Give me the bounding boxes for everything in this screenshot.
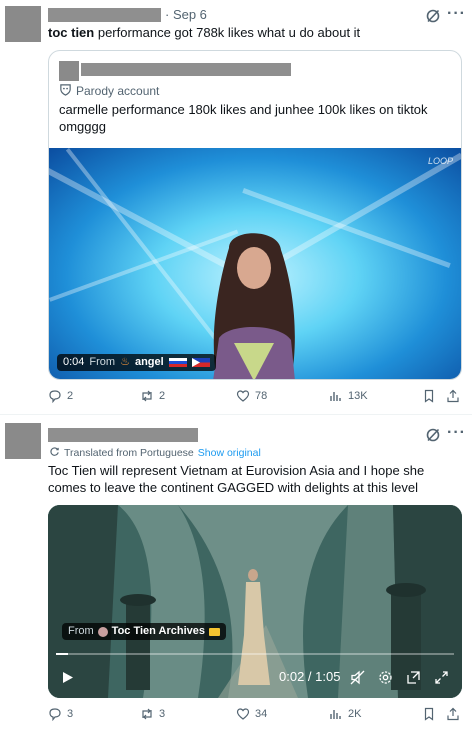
parody-badge: Parody account bbox=[59, 83, 159, 99]
video-badge: 0:04 From ♨ angel bbox=[57, 354, 216, 371]
more-icon[interactable]: ··· bbox=[447, 6, 466, 22]
tweet-text: toc tien performance got 788k likes what… bbox=[48, 24, 462, 41]
quoted-tweet[interactable]: Parody account carmelle performance 180k… bbox=[48, 50, 462, 380]
video-from-user[interactable]: angel bbox=[135, 354, 164, 371]
quote-avatar[interactable] bbox=[59, 61, 79, 81]
tweet-video[interactable]: From Toc Tien Archives 0:02 / 1:05 bbox=[48, 505, 462, 698]
avatar[interactable] bbox=[5, 6, 41, 42]
reply-button[interactable]: 2 bbox=[48, 389, 73, 403]
share-icon bbox=[447, 707, 459, 721]
video-controls: 0:02 / 1:05 bbox=[48, 658, 462, 698]
play-icon[interactable] bbox=[60, 670, 75, 688]
translate-icon bbox=[49, 446, 60, 460]
repost-count: 3 bbox=[159, 708, 166, 720]
tweet-text: Toc Tien will represent Vietnam at Eurov… bbox=[48, 463, 425, 495]
like-count: 34 bbox=[255, 708, 268, 720]
show-original-link[interactable]: Show original bbox=[198, 447, 261, 459]
tweet[interactable]: ··· Translated from Portuguese Show orig… bbox=[0, 414, 472, 732]
repost-count: 2 bbox=[159, 390, 166, 402]
like-count: 78 bbox=[255, 390, 268, 402]
video-progress-fill bbox=[56, 653, 68, 655]
reply-icon bbox=[49, 708, 61, 721]
video-from-user[interactable]: Toc Tien Archives bbox=[112, 623, 205, 640]
bookmark-button[interactable] bbox=[422, 707, 436, 721]
views-icon bbox=[330, 392, 341, 401]
flag-icon bbox=[191, 358, 210, 367]
tweet-text-bold: toc tien bbox=[48, 25, 95, 40]
translation-note: Translated from Portuguese Show original bbox=[49, 446, 261, 460]
channel-avatar-icon bbox=[97, 626, 108, 637]
settings-icon[interactable] bbox=[378, 670, 393, 688]
bookmark-button[interactable] bbox=[422, 389, 436, 403]
parody-label: Parody account bbox=[76, 84, 160, 98]
grok-icon[interactable] bbox=[425, 8, 441, 24]
quote-video[interactable]: LOOP 0:04 From ♨ angel bbox=[49, 148, 461, 379]
video-watermark: LOOP bbox=[427, 156, 453, 166]
like-icon bbox=[236, 390, 250, 402]
repost-button[interactable]: 3 bbox=[140, 707, 165, 721]
views-count: 13K bbox=[348, 390, 368, 402]
grok-icon[interactable] bbox=[425, 427, 441, 443]
fire-icon: ♨ bbox=[120, 356, 130, 368]
mute-icon[interactable] bbox=[350, 670, 365, 688]
tweet[interactable]: · Sep 6 ··· toc tien performance got 788… bbox=[0, 0, 472, 414]
share-button[interactable] bbox=[446, 707, 460, 721]
views-icon bbox=[330, 710, 341, 719]
repost-icon bbox=[142, 390, 152, 402]
avatar[interactable] bbox=[5, 423, 41, 459]
parody-icon bbox=[59, 83, 72, 99]
views-button[interactable]: 13K bbox=[329, 389, 368, 403]
translated-label: Translated from Portuguese bbox=[64, 447, 194, 459]
tweet-date[interactable]: · Sep 6 bbox=[165, 7, 207, 22]
more-icon[interactable]: ··· bbox=[447, 425, 466, 441]
video-progress-bar[interactable] bbox=[56, 653, 454, 655]
reply-button[interactable]: 3 bbox=[48, 707, 73, 721]
fullscreen-icon[interactable] bbox=[434, 670, 449, 688]
repost-icon bbox=[142, 708, 152, 720]
bookmark-icon bbox=[424, 707, 434, 721]
video-from-badge: From Toc Tien Archives bbox=[62, 623, 226, 640]
pip-icon[interactable] bbox=[406, 670, 421, 688]
redacted-username bbox=[48, 428, 198, 442]
video-from-label: From bbox=[68, 625, 94, 637]
video-from-label: From bbox=[89, 356, 116, 368]
share-button[interactable] bbox=[446, 389, 460, 403]
folder-icon bbox=[209, 627, 220, 636]
redacted-quote-username bbox=[81, 63, 291, 76]
views-count: 2K bbox=[348, 708, 362, 720]
video-time: 0:04 bbox=[63, 356, 85, 368]
share-icon bbox=[447, 389, 459, 403]
like-button[interactable]: 78 bbox=[236, 389, 267, 403]
tweet-actions: 2 2 78 13K bbox=[48, 389, 468, 407]
redacted-username bbox=[48, 8, 161, 22]
reply-icon bbox=[49, 390, 61, 403]
like-icon bbox=[236, 708, 250, 720]
repost-button[interactable]: 2 bbox=[140, 389, 165, 403]
quote-text: carmelle performance 180k likes and junh… bbox=[59, 102, 428, 134]
tweet-actions: 3 3 34 2K bbox=[48, 707, 468, 725]
like-button[interactable]: 34 bbox=[236, 707, 267, 721]
reply-count: 3 bbox=[67, 708, 74, 720]
video-time: 0:02 / 1:05 bbox=[279, 669, 341, 684]
reply-count: 2 bbox=[67, 390, 74, 402]
bookmark-icon bbox=[424, 389, 434, 403]
views-button[interactable]: 2K bbox=[329, 707, 361, 721]
tweet-text-rest: performance got 788k likes what u do abo… bbox=[94, 25, 361, 40]
flag-icon bbox=[168, 358, 187, 367]
